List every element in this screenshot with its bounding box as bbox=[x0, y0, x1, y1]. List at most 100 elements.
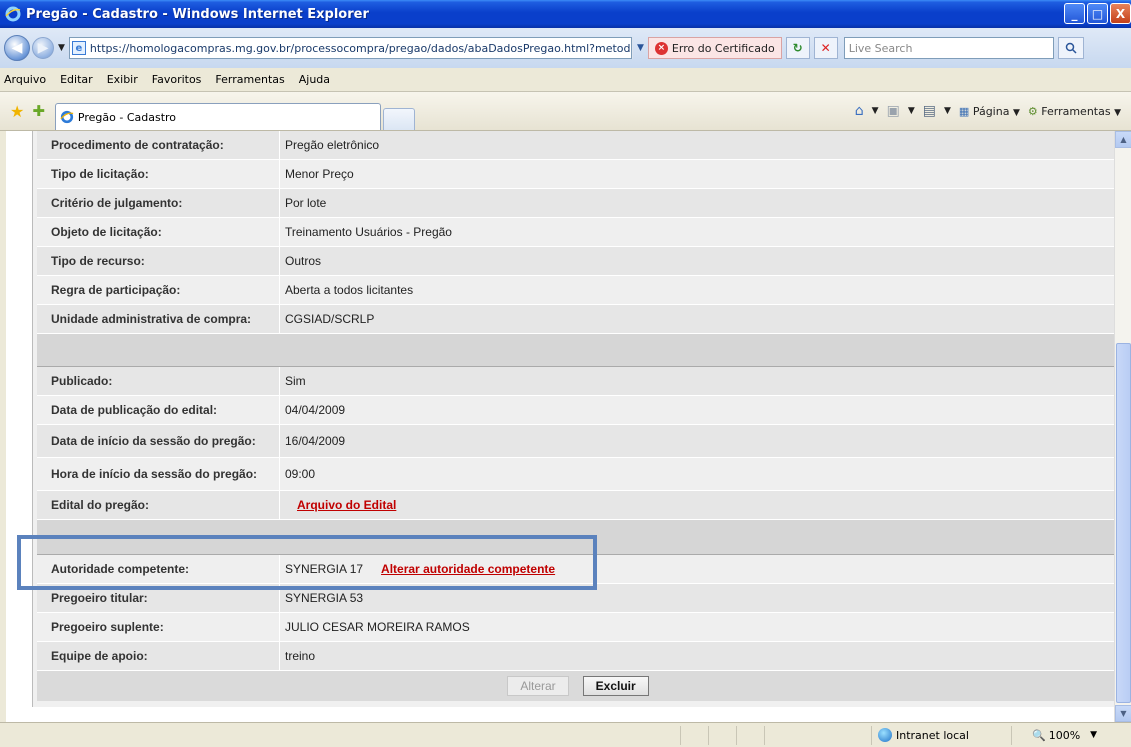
menu-arquivo[interactable]: Arquivo bbox=[4, 73, 46, 86]
certificate-error-button[interactable]: × Erro do Certificado bbox=[647, 37, 782, 59]
field-label: Pregoeiro suplente: bbox=[51, 620, 164, 634]
form-row: Critério de julgamento: Por lote bbox=[37, 189, 1119, 218]
page-menu-label: Página bbox=[972, 104, 1010, 118]
excluir-button[interactable]: Excluir bbox=[582, 676, 649, 696]
stop-icon: ✕ bbox=[820, 41, 831, 55]
menu-bar: Arquivo Editar Exibir Favoritos Ferramen… bbox=[0, 68, 1131, 92]
form-row: Tipo de recurso: Outros bbox=[37, 247, 1119, 276]
scroll-down-arrow[interactable]: ▼ bbox=[1115, 705, 1131, 722]
field-value: treino bbox=[285, 649, 316, 663]
minimize-button[interactable]: _ bbox=[1064, 3, 1085, 24]
field-label: Tipo de licitação: bbox=[51, 167, 149, 181]
arquivo-edital-link[interactable]: Arquivo do Edital bbox=[297, 498, 396, 512]
field-value: Treinamento Usuários - Pregão bbox=[285, 225, 452, 239]
url-dropdown[interactable]: ▼ bbox=[631, 37, 648, 59]
rss-dropdown[interactable]: ▼ bbox=[908, 106, 915, 116]
field-label: Procedimento de contratação: bbox=[51, 138, 224, 152]
url-field[interactable]: e https://homologacompras.mg.gov.br/proc… bbox=[68, 37, 632, 59]
ie-logo-icon bbox=[5, 6, 21, 22]
menu-exibir[interactable]: Exibir bbox=[107, 73, 138, 86]
status-bar: Intranet local 🔍 100% ▼ bbox=[0, 722, 1131, 747]
form-row: Procedimento de contratação: Pregão eletr… bbox=[37, 131, 1119, 160]
scroll-up-arrow[interactable]: ▲ bbox=[1115, 131, 1131, 148]
field-value: 16/04/2009 bbox=[285, 434, 346, 448]
page-menu[interactable]: ▦ Página ▼ bbox=[959, 105, 1020, 118]
form-row: Equipe de apoio: treino bbox=[37, 642, 1119, 671]
tab-label: Pregão - Cadastro bbox=[77, 110, 177, 124]
menu-favoritos[interactable]: Favoritos bbox=[152, 73, 202, 86]
field-value: JULIO CESAR MOREIRA RAMOS bbox=[285, 620, 470, 634]
zoom-level: 100% bbox=[1048, 728, 1081, 742]
form-row: Edital do pregão: Arquivo do Edital bbox=[37, 491, 1119, 520]
status-segment bbox=[680, 725, 708, 745]
vertical-scrollbar[interactable]: ▲ ▼ bbox=[1114, 131, 1131, 722]
field-label: Pregoeiro titular: bbox=[51, 591, 148, 605]
field-label: Data de início da sessão do pregão: bbox=[51, 434, 256, 448]
forward-button[interactable]: ▶ bbox=[32, 37, 54, 59]
form-row: Pregoeiro suplente: JULIO CESAR MOREIRA R… bbox=[37, 613, 1119, 642]
back-icon: ◀ bbox=[11, 40, 23, 56]
search-input[interactable]: Live Search bbox=[843, 37, 1054, 59]
add-favorites-icon[interactable]: ✚ bbox=[32, 102, 45, 120]
window-title: Pregão - Cadastro - Windows Internet Exp… bbox=[26, 6, 369, 22]
field-label: Edital do pregão: bbox=[51, 498, 150, 512]
zoom-icon: 🔍 bbox=[1032, 728, 1046, 742]
security-zone[interactable]: Intranet local bbox=[871, 725, 1011, 745]
field-value: Aberta a todos licitantes bbox=[285, 283, 414, 297]
print-dropdown[interactable]: ▼ bbox=[944, 106, 951, 116]
print-icon[interactable]: ▤ bbox=[923, 103, 936, 119]
alterar-button[interactable]: Alterar bbox=[507, 676, 569, 696]
tools-menu-label: Ferramentas bbox=[1041, 104, 1111, 118]
refresh-button[interactable]: ↻ bbox=[785, 37, 810, 59]
field-value: CGSIAD/SCRLP bbox=[285, 312, 375, 326]
rss-icon[interactable]: ▣ bbox=[887, 103, 900, 119]
menu-ajuda[interactable]: Ajuda bbox=[299, 73, 330, 86]
home-dropdown[interactable]: ▼ bbox=[872, 106, 879, 116]
maximize-button[interactable]: □ bbox=[1087, 3, 1108, 24]
cert-error-icon: × bbox=[654, 41, 668, 55]
scroll-thumb[interactable] bbox=[1116, 343, 1131, 703]
search-button[interactable] bbox=[1057, 37, 1084, 59]
forward-icon: ▶ bbox=[37, 40, 49, 56]
window-title-bar: Pregão - Cadastro - Windows Internet Exp… bbox=[0, 0, 1131, 28]
field-label: Regra de participação: bbox=[51, 283, 181, 297]
form-row: Objeto de licitação: Treinamento Usuários… bbox=[37, 218, 1119, 247]
new-tab-button[interactable] bbox=[382, 108, 415, 130]
field-label: Critério de julgamento: bbox=[51, 196, 183, 210]
globe-icon bbox=[878, 728, 892, 742]
zoom-control[interactable]: 🔍 100% ▼ bbox=[1011, 725, 1131, 745]
status-segment bbox=[708, 725, 736, 745]
search-icon bbox=[1065, 42, 1077, 54]
history-dropdown[interactable]: ▼ bbox=[58, 43, 65, 53]
home-icon[interactable]: ⌂ bbox=[855, 103, 864, 119]
close-button[interactable]: X bbox=[1110, 3, 1131, 24]
field-value: SYNERGIA 53 bbox=[285, 591, 364, 605]
field-label: Tipo de recurso: bbox=[51, 254, 145, 268]
section-separator bbox=[37, 334, 1119, 367]
certificate-error-label: Erro do Certificado bbox=[671, 41, 775, 55]
field-value: 04/04/2009 bbox=[285, 403, 346, 417]
stop-button[interactable]: ✕ bbox=[813, 37, 838, 59]
field-value: Menor Preço bbox=[285, 167, 354, 181]
page-content: Procedimento de contratação: Pregão eletr… bbox=[0, 131, 1131, 722]
tools-gear-icon: ⚙ bbox=[1027, 104, 1038, 118]
favorites-star-icon[interactable]: ★ bbox=[10, 102, 24, 121]
field-value: 09:00 bbox=[285, 467, 316, 481]
tab-bar: ★ ✚ Pregão - Cadastro ⌂ ▼ ▣ ▼ ▤ ▼ ▦ Página … bbox=[0, 92, 1131, 131]
field-label: Objeto de licitação: bbox=[51, 225, 162, 239]
tools-menu[interactable]: ⚙ Ferramentas ▼ bbox=[1028, 105, 1121, 118]
refresh-icon: ↻ bbox=[792, 41, 803, 55]
tab-ie-icon bbox=[60, 110, 74, 124]
tab-pregao-cadastro[interactable]: Pregão - Cadastro bbox=[54, 103, 381, 130]
page-favicon-icon: e bbox=[71, 41, 86, 55]
form-row: Tipo de licitação: Menor Preço bbox=[37, 160, 1119, 189]
field-value: Outros bbox=[285, 254, 322, 268]
action-bar: Alterar Excluir bbox=[37, 671, 1119, 701]
menu-editar[interactable]: Editar bbox=[60, 73, 93, 86]
back-button[interactable]: ◀ bbox=[4, 35, 30, 61]
form-row: Data de início da sessão do pregão: 16/04… bbox=[37, 425, 1119, 458]
menu-ferramentas[interactable]: Ferramentas bbox=[215, 73, 284, 86]
field-value: Pregão eletrônico bbox=[285, 138, 380, 152]
zone-label: Intranet local bbox=[896, 728, 969, 742]
field-label: Publicado: bbox=[51, 374, 113, 388]
